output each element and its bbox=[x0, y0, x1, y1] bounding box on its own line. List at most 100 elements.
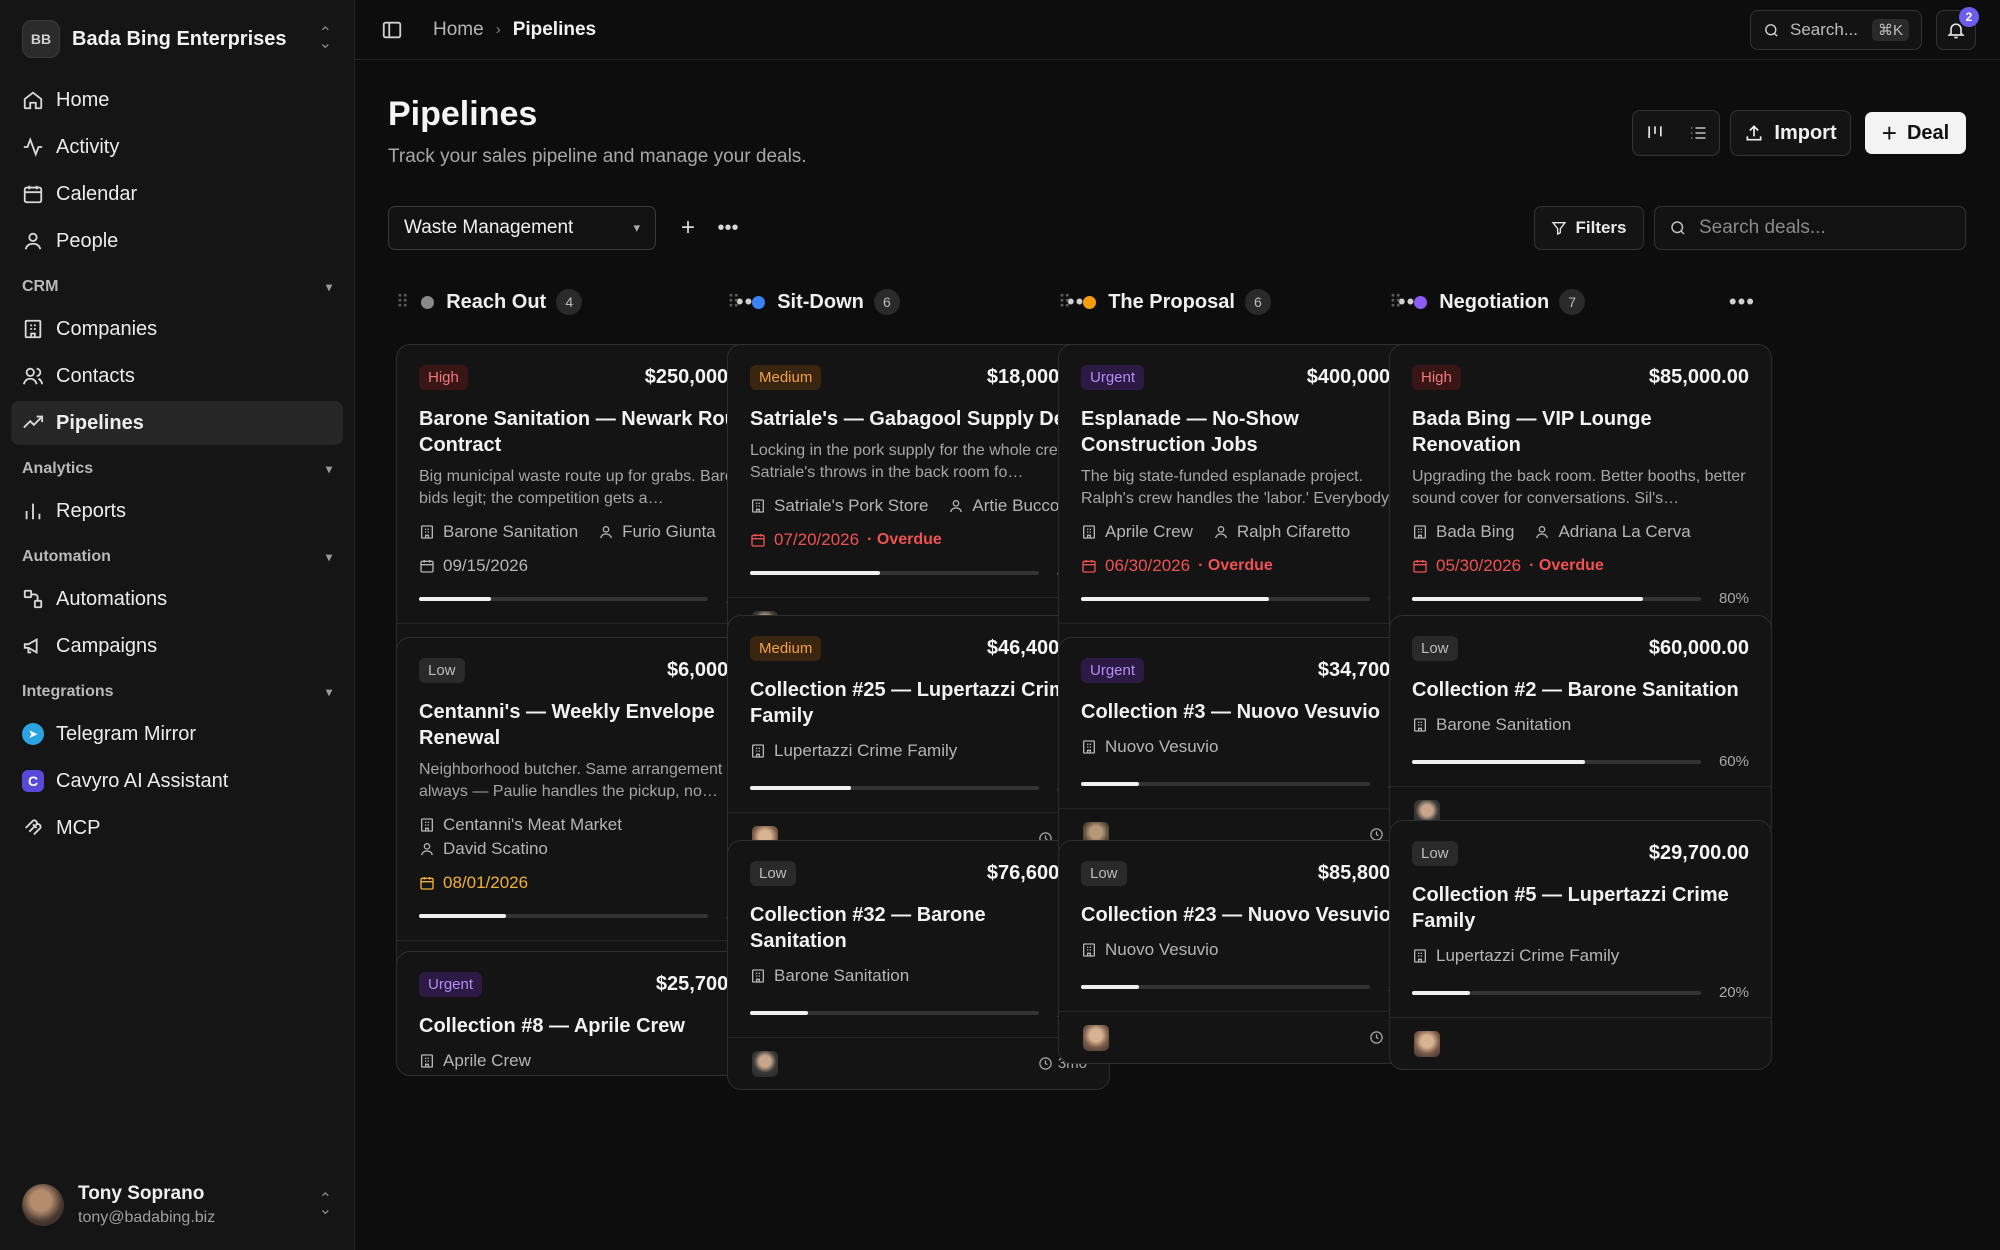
pipeline-column: ⠿ Negotiation 7 ••• High $85,000.00 Bada Bing … bbox=[1381, 280, 1772, 1070]
progress-fill bbox=[1081, 984, 1139, 989]
deal-card[interactable]: Medium $18,000.00 Satriale's — Gabagool Su… bbox=[727, 344, 1110, 650]
drag-handle-icon[interactable]: ⠿ bbox=[1389, 292, 1402, 313]
deal-card[interactable]: Low $85,800.00 Collection #23 — Nuovo Vesu… bbox=[1058, 840, 1441, 1064]
deal-card[interactable]: Medium $46,400.00 Collection #25 — Luperta… bbox=[727, 615, 1110, 865]
stage-dot bbox=[1414, 295, 1428, 309]
deal-card[interactable]: Urgent $400,000.00 Esplanade — No-Show Con… bbox=[1058, 344, 1441, 676]
deal-meta: Lupertazzi Crime Family bbox=[750, 741, 1087, 765]
nav-item-campaigns[interactable]: Campaigns bbox=[11, 624, 343, 668]
filters-button[interactable]: Filters bbox=[1534, 206, 1644, 250]
deal-title: Collection #8 — Aprile Crew bbox=[419, 1015, 685, 1037]
deal-card[interactable]: Low $60,000.00 Collection #2 — Barone Sani… bbox=[1389, 615, 1772, 839]
import-button[interactable]: Import bbox=[1730, 110, 1851, 156]
column-count-badge: 7 bbox=[1559, 289, 1586, 315]
column-count-badge: 6 bbox=[873, 289, 900, 315]
card-footer: 3mo bbox=[728, 1037, 1109, 1089]
nav-item-pipelines[interactable]: Pipelines bbox=[11, 401, 343, 445]
nav-item-cavyro-ai-assistant[interactable]: C Cavyro AI Assistant bbox=[11, 759, 343, 803]
section-integrations[interactable]: Integrations ▾ bbox=[0, 672, 354, 712]
company-name: Satriale's Pork Store bbox=[774, 496, 929, 515]
list-view-icon[interactable] bbox=[1688, 123, 1708, 143]
view-toggle bbox=[1632, 110, 1720, 156]
progress-bar bbox=[1412, 759, 1701, 764]
deal-title: Satriale's — Gabagool Supply Deal bbox=[750, 408, 1082, 430]
breadcrumb-current: Pipelines bbox=[512, 18, 597, 40]
nav-item-people[interactable]: People bbox=[11, 219, 343, 263]
more-icon[interactable]: ••• bbox=[713, 213, 743, 243]
calendar-icon bbox=[1412, 558, 1436, 574]
progress-bar bbox=[1081, 984, 1370, 989]
drag-handle-icon[interactable]: ⠿ bbox=[727, 292, 740, 313]
deal-card[interactable]: Urgent $25,700.00 Collection #8 — Aprile C… bbox=[396, 951, 779, 1076]
contact-name: Artie Bucco bbox=[972, 496, 1060, 515]
activity-icon bbox=[22, 136, 44, 158]
deal-description: The big state-funded esplanade project. … bbox=[1081, 468, 1405, 507]
nav-item-automations[interactable]: Automations bbox=[11, 577, 343, 621]
search-icon bbox=[1671, 221, 1685, 235]
deal-card[interactable]: Low $29,700.00 Collection #5 — Lupertazzi … bbox=[1389, 820, 1772, 1070]
nav-item-mcp[interactable]: MCP bbox=[11, 806, 343, 850]
bar-chart-icon bbox=[22, 500, 44, 522]
deal-card[interactable]: Low $6,000.00 Centanni's — Weekly Envelope… bbox=[396, 637, 779, 993]
nav-item-activity[interactable]: Activity bbox=[11, 125, 343, 169]
section-crm[interactable]: CRM ▾ bbox=[0, 267, 354, 307]
section-analytics[interactable]: Analytics ▾ bbox=[0, 449, 354, 489]
contact-name: Furio Giunta bbox=[622, 522, 716, 541]
deal-meta: Nuovo Vesuvio bbox=[1081, 940, 1418, 964]
add-deal-button[interactable]: + Deal bbox=[1865, 112, 1966, 154]
user-menu[interactable]: Tony Soprano tony@badabing.biz ⌃ ⌄ bbox=[0, 1160, 354, 1250]
section-automation[interactable]: Automation ▾ bbox=[0, 537, 354, 577]
column-title: The Proposal bbox=[1108, 290, 1235, 313]
card-body: Urgent $25,700.00 Collection #8 — Aprile C… bbox=[397, 952, 778, 1075]
main-content: Home › Pipelines Search... ⌘K 2 Pipeline… bbox=[355, 0, 2000, 1250]
deal-card[interactable]: Urgent $34,700.00 Collection #3 — Nuovo Ve… bbox=[1058, 637, 1441, 861]
integrations-nav: ➤ Telegram Mirror C Cavyro AI Assistant … bbox=[0, 712, 354, 850]
stage-dot bbox=[421, 295, 435, 309]
card-footer: 4mo bbox=[1059, 1011, 1440, 1063]
nav-item-home[interactable]: Home bbox=[11, 78, 343, 122]
nav-item-reports[interactable]: Reports bbox=[11, 489, 343, 533]
add-pipeline-icon[interactable]: + bbox=[673, 213, 703, 243]
deal-amount: $85,000.00 bbox=[1648, 366, 1749, 388]
chevron-down-icon: ▾ bbox=[325, 280, 332, 294]
search-shortcut: ⌘K bbox=[1871, 19, 1909, 41]
more-icon[interactable]: ••• bbox=[1729, 289, 1755, 315]
section-label: Automation bbox=[22, 548, 111, 565]
kanban-view-icon[interactable] bbox=[1645, 123, 1665, 143]
progress-bar bbox=[1412, 990, 1701, 995]
nav-item-calendar[interactable]: Calendar bbox=[11, 172, 343, 216]
due-date: 08/01/2026 bbox=[419, 873, 756, 893]
progress-fill bbox=[419, 596, 492, 601]
deal-meta: Nuovo Vesuvio bbox=[1081, 737, 1418, 761]
nav-label: Pipelines bbox=[56, 411, 144, 434]
drag-handle-icon[interactable]: ⠿ bbox=[396, 292, 409, 313]
drag-handle-icon[interactable]: ⠿ bbox=[1058, 292, 1071, 313]
deal-card[interactable]: High $250,000.00 Barone Sanitation — Newar… bbox=[396, 344, 779, 676]
nav-item-telegram-mirror[interactable]: ➤ Telegram Mirror bbox=[11, 712, 343, 756]
sidebar-toggle-icon[interactable] bbox=[381, 19, 403, 41]
workspace-switcher[interactable]: BB Bada Bing Enterprises ⌃ ⌄ bbox=[0, 0, 354, 78]
nav-label: People bbox=[56, 229, 119, 252]
clock-icon bbox=[1038, 1056, 1058, 1071]
user-icon bbox=[419, 841, 443, 857]
deal-card[interactable]: Low $76,600.00 Collection #32 — Barone San… bbox=[727, 840, 1110, 1090]
card-top: Urgent $34,700.00 bbox=[1081, 658, 1418, 683]
column-count-badge: 4 bbox=[556, 289, 583, 315]
section-label: Integrations bbox=[22, 683, 114, 700]
notifications-button[interactable]: 2 bbox=[1936, 7, 1979, 50]
deal-meta: Aprile Crew Ralph Cifaretto bbox=[1081, 522, 1418, 546]
nav-item-contacts[interactable]: Contacts bbox=[11, 354, 343, 398]
assignee-avatars bbox=[1081, 1022, 1111, 1053]
page-title: Pipelines bbox=[388, 95, 538, 133]
deal-search-input[interactable]: Search deals... bbox=[1654, 206, 1966, 250]
card-top: Urgent $25,700.00 bbox=[419, 972, 756, 997]
global-search-button[interactable]: Search... ⌘K bbox=[1750, 10, 1922, 50]
deal-meta: Lupertazzi Crime Family bbox=[1412, 946, 1749, 970]
due-date-value: 05/30/2026 bbox=[1436, 556, 1522, 575]
breadcrumb-home[interactable]: Home bbox=[433, 19, 484, 41]
deal-meta: Barone Sanitation Furio Giunta bbox=[419, 522, 756, 546]
progress: 20% bbox=[1081, 978, 1418, 995]
nav-item-companies[interactable]: Companies bbox=[11, 307, 343, 351]
pipeline-select[interactable]: Waste Management ▾ bbox=[388, 206, 656, 250]
progress-fill bbox=[1412, 596, 1644, 601]
